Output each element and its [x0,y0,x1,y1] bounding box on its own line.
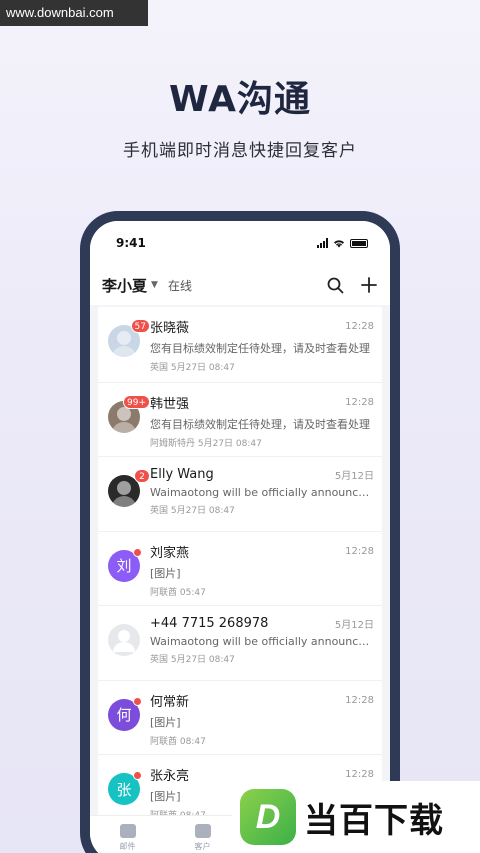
conversation-item[interactable]: 何 何常新 12:28 [图片] 阿联酋 08:47 [98,679,382,754]
contact-name: 韩世强 [150,396,190,412]
contact-name: 何常新 [150,694,190,710]
tab-mail-label: 邮件 [119,842,136,851]
hero-subtitle: 手机端即时消息快捷回复客户 [123,141,357,161]
message-preview: [图片] [150,715,181,729]
unread-badge: 2 [134,469,150,483]
message-time: 5月12日 [334,471,374,482]
avatar-initial: 刘 [116,557,132,575]
avatar: 刘 [108,547,142,582]
logo-text: 当百下载 [304,800,444,841]
conversation-info: 刘家燕 12:28 [图片] 阿联酋 05:47 [150,542,374,598]
conversation-info: 韩世强 12:28 您有目标绩效制定任待处理，请及时查看处理 阿姆斯特丹 5月2… [150,393,374,449]
contact-name: +44 7715 268978 [150,616,269,631]
avatar: 99+ [108,394,150,433]
unread-badge: 99+ [123,394,150,409]
tab-mail[interactable]: 邮件 [119,824,136,852]
caret-down-icon[interactable]: ▼ [151,280,158,290]
conversation-item[interactable]: 99+ 韩世强 12:28 您有目标绩效制定任待处理，请及时查看处理 阿姆斯特丹… [98,381,382,456]
conversation-list: 57 张晓薇 12:28 您有目标绩效制定任待处理，请及时查看处理 英国 5月2… [90,305,390,829]
avatar-initial: 何 [116,706,132,724]
contact-meta: 阿联酋 08:47 [150,736,206,747]
tab-customers-label: 客户 [194,842,211,851]
app-bar: 李小夏 ▼ 在线 [90,265,390,305]
status-time: 9:41 [116,236,146,250]
wifi-icon [334,239,344,247]
avatar-initial: 张 [116,780,132,799]
avatar: 2 [108,469,150,507]
phone-frame: 9:41 李小夏 ▼ 在线 57 张晓薇 12:28 您有目标绩效制定任待处理，… [80,211,400,853]
default-avatar-icon [113,630,135,652]
online-status: 在线 [167,278,192,293]
message-preview: 您有目标绩效制定任待处理，请及时查看处理 [150,417,370,431]
avatar [108,624,140,656]
unread-dot [133,771,142,780]
status-bar: 9:41 [90,221,390,265]
person-icon [194,824,211,838]
conversation-info: +44 7715 268978 5月12日 Waimaotong will be… [150,616,374,665]
contact-name: 张永亮 [150,769,190,784]
site-logo: D 当百下载 [232,781,480,853]
contact-meta: 英国 5月27日 08:47 [150,506,235,516]
conversation-info: 何常新 12:28 [图片] 阿联酋 08:47 [150,691,374,747]
search-icon[interactable] [326,276,344,294]
message-preview: Waimaotong will be officially announced … [150,486,374,499]
conversation-item[interactable]: +44 7715 268978 5月12日 Waimaotong will be… [98,605,382,680]
conversation-item[interactable]: 2 Elly Wang 5月12日 Waimaotong will be off… [98,456,382,531]
unread-dot [133,696,142,706]
logo-mark: D [240,789,296,845]
message-preview: [图片] [150,566,181,580]
conversation-item[interactable]: 57 张晓薇 12:28 您有目标绩效制定任待处理，请及时查看处理 英国 5月2… [98,307,382,382]
contact-meta: 英国 5月27日 08:47 [150,363,235,373]
message-preview: 您有目标绩效制定任待处理，请及时查看处理 [150,342,370,355]
contact-meta: 阿联酋 05:47 [150,587,206,598]
contact-meta: 阿姆斯特丹 5月27日 08:47 [150,438,262,449]
message-time: 12:28 [345,545,374,557]
message-time: 12:28 [345,694,374,706]
message-preview: Waimaotong will be officially announced … [150,635,374,648]
message-time: 12:28 [345,396,374,408]
contact-name: 刘家燕 [150,545,190,561]
message-time: 12:28 [345,321,374,332]
avatar: 张 [108,771,142,805]
avatar: 57 [108,319,150,357]
hero-title: WA沟通 [169,79,311,120]
current-user-name[interactable]: 李小夏 [102,275,147,296]
conversation-info: 张晓薇 12:28 您有目标绩效制定任待处理，请及时查看处理 英国 5月27日 … [150,317,374,373]
avatar: 何 [108,696,142,731]
contact-name: Elly Wang [150,467,214,482]
mail-icon [119,824,136,838]
conversation-info: Elly Wang 5月12日 Waimaotong will be offic… [150,467,374,516]
conversation-item[interactable]: 刘 刘家燕 12:28 [图片] 阿联酋 05:47 [98,530,382,605]
signal-icon [317,238,328,248]
status-icons [317,238,368,248]
tab-customers[interactable]: 客户 [194,824,211,852]
contact-meta: 英国 5月27日 08:47 [150,655,235,665]
unread-badge: 57 [130,319,150,333]
contact-name: 张晓薇 [150,321,190,336]
unread-dot [133,547,142,557]
message-time: 12:28 [345,769,374,780]
battery-icon [350,238,368,248]
site-watermark: www.downbai.com [0,0,148,26]
plus-icon[interactable] [360,276,378,294]
message-time: 5月12日 [334,620,374,631]
phone-screen: 9:41 李小夏 ▼ 在线 57 张晓薇 12:28 您有目标绩效制定任待处理，… [90,221,390,853]
